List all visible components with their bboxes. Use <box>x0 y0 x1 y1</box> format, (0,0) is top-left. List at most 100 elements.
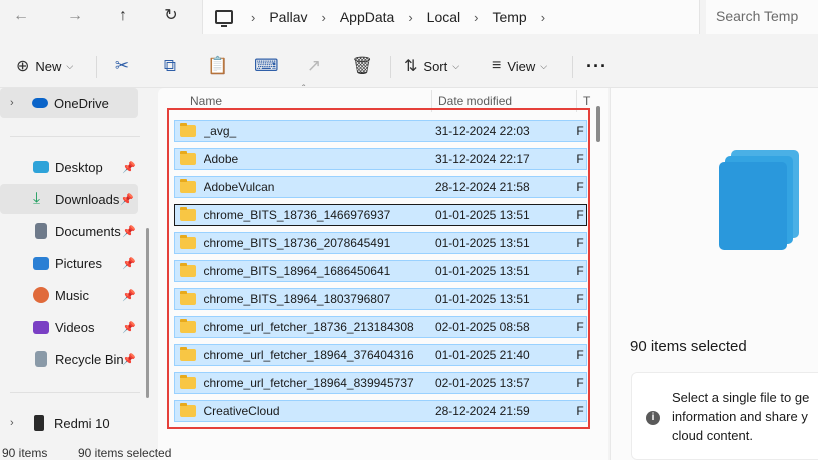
folder-icon <box>180 207 196 221</box>
pin-icon[interactable]: 📌 <box>122 257 136 270</box>
file-name: chrome_BITS_18736_1466976937 <box>203 208 391 222</box>
file-type: F <box>576 124 584 138</box>
up-button[interactable]: ↑ <box>110 5 136 27</box>
chevron-right-icon[interactable]: › <box>541 10 545 25</box>
paste-button[interactable]: 📋 <box>206 54 230 78</box>
more-options-button[interactable]: ··· <box>586 54 607 78</box>
file-type: F <box>576 348 584 362</box>
rename-button[interactable]: ⌨ <box>254 54 279 78</box>
breadcrumb-item-pallav[interactable]: Pallav <box>269 9 307 25</box>
copy-icon: ⧉ <box>163 56 177 75</box>
search-input[interactable]: Search Temp <box>706 0 818 34</box>
breadcrumb-item-appdata[interactable]: AppData <box>340 9 394 25</box>
file-date: 31-12-2024 22:03 <box>434 124 530 138</box>
recycle-bin-icon <box>35 351 47 367</box>
chevron-right-icon[interactable]: › <box>321 10 325 25</box>
file-type: F <box>576 236 584 250</box>
address-bar[interactable]: › Pallav › AppData › Local › Temp › <box>202 0 700 34</box>
sort-ascending-icon: ˆ <box>302 84 306 95</box>
sidebar-divider <box>10 392 140 393</box>
sort-button[interactable]: ⇅ Sort ⌵ <box>404 54 459 78</box>
file-row[interactable]: chrome_url_fetcher_18964_839945737 02-01… <box>174 372 587 394</box>
sidebar-item-documents[interactable]: Documents 📌 <box>0 216 140 246</box>
breadcrumb-item-temp[interactable]: Temp <box>492 9 526 25</box>
column-header-type[interactable]: T <box>583 88 593 114</box>
document-icon <box>35 223 47 239</box>
chevron-right-icon[interactable]: › <box>10 417 24 429</box>
file-type: F <box>576 320 584 334</box>
column-divider[interactable] <box>576 90 577 112</box>
file-row[interactable]: _avg_ 31-12-2024 22:03 F <box>174 120 587 142</box>
breadcrumb-item-local[interactable]: Local <box>427 9 460 25</box>
sidebar-item-videos[interactable]: Videos 📌 <box>0 312 140 342</box>
file-name: AdobeVulcan <box>203 180 275 194</box>
share-icon: ↗ <box>306 56 322 75</box>
column-divider[interactable] <box>431 90 432 112</box>
chevron-down-icon: ⌵ <box>540 60 548 71</box>
pin-icon[interactable]: 📌 <box>122 161 136 174</box>
file-row[interactable]: AdobeVulcan 28-12-2024 21:58 F <box>174 176 587 198</box>
file-date: 28-12-2024 21:59 <box>434 404 530 418</box>
forward-button[interactable]: → <box>62 5 88 27</box>
chevron-right-icon[interactable]: › <box>474 10 478 25</box>
file-row[interactable]: chrome_BITS_18964_1803796807 01-01-2025 … <box>174 288 587 310</box>
pin-icon[interactable]: 📌 <box>122 225 136 238</box>
sidebar-item-pictures[interactable]: Pictures 📌 <box>0 248 140 278</box>
sidebar-item-music[interactable]: Music 📌 <box>0 280 140 310</box>
view-button[interactable]: ≡ View ⌵ <box>492 54 547 78</box>
file-date: 02-01-2025 13:57 <box>434 376 530 390</box>
copy-button[interactable]: ⧉ <box>158 54 182 78</box>
status-item-count: 90 items <box>2 446 48 460</box>
file-row[interactable]: chrome_url_fetcher_18964_376404316 01-01… <box>174 344 587 366</box>
clipboard-icon: 📋 <box>207 56 229 75</box>
sidebar-item-onedrive[interactable]: › OneDrive <box>0 88 138 118</box>
pin-icon[interactable]: 📌 <box>122 353 136 366</box>
chevron-right-icon[interactable]: › <box>408 10 412 25</box>
folder-icon <box>180 235 196 249</box>
pin-icon[interactable]: 📌 <box>122 321 136 334</box>
command-bar: ⊕ New ⌵ ✂ ⧉ 📋 ⌨ ↗ 🗑 ⇅ Sort ⌵ ≡ View ⌵ ··… <box>0 44 818 88</box>
picture-icon <box>33 256 49 270</box>
sidebar-item-label: Desktop <box>55 159 103 175</box>
toolbar-divider <box>572 56 573 78</box>
arrow-up-icon: ↑ <box>119 7 127 24</box>
trash-icon: 🗑 <box>351 56 373 75</box>
share-button[interactable]: ↗ <box>302 54 326 78</box>
file-row[interactable]: chrome_BITS_18964_1686450641 01-01-2025 … <box>174 260 587 282</box>
sidebar-scrollbar[interactable] <box>146 228 149 398</box>
file-type: F <box>576 264 584 278</box>
file-row[interactable]: chrome_BITS_18736_2078645491 01-01-2025 … <box>174 232 587 254</box>
sidebar-item-desktop[interactable]: Desktop 📌 <box>0 152 140 182</box>
file-name: chrome_url_fetcher_18736_213184308 <box>203 320 414 334</box>
back-button[interactable]: ← <box>8 5 34 27</box>
file-list-scrollbar[interactable] <box>596 106 600 142</box>
file-row[interactable]: CreativeCloud 28-12-2024 21:59 F <box>174 400 587 422</box>
new-button[interactable]: ⊕ New ⌵ <box>16 54 73 78</box>
chevron-right-icon[interactable]: › <box>10 97 24 109</box>
ellipsis-icon: ··· <box>586 55 607 76</box>
pin-icon[interactable]: 📌 <box>122 289 136 302</box>
chevron-down-icon: ⌵ <box>452 60 460 71</box>
file-row[interactable]: Adobe 31-12-2024 22:17 F <box>174 148 587 170</box>
chevron-right-icon[interactable]: › <box>251 10 255 25</box>
folder-icon <box>180 319 196 333</box>
cut-button[interactable]: ✂ <box>110 54 134 78</box>
file-row[interactable]: chrome_BITS_18736_1466976937 01-01-2025 … <box>174 204 587 226</box>
refresh-button[interactable]: ↻ <box>158 5 184 27</box>
sidebar-item-label: OneDrive <box>54 95 109 111</box>
file-row[interactable]: chrome_url_fetcher_18736_213184308 02-01… <box>174 316 587 338</box>
info-card: i Select a single file to ge information… <box>631 372 818 460</box>
column-header-date[interactable]: Date modified <box>438 88 512 114</box>
file-type: F <box>576 180 584 194</box>
file-type: F <box>576 292 584 306</box>
this-pc-icon[interactable] <box>215 10 233 27</box>
sidebar-item-recycle-bin[interactable]: Recycle Bin 📌 <box>0 344 140 374</box>
toolbar-divider <box>96 56 97 78</box>
file-name: chrome_url_fetcher_18964_839945737 <box>203 376 414 390</box>
folder-icon <box>180 263 196 277</box>
delete-button[interactable]: 🗑 <box>350 54 374 78</box>
sidebar-item-redmi-10[interactable]: › Redmi 10 <box>0 408 140 438</box>
pin-icon[interactable]: 📌 <box>120 193 134 206</box>
sidebar-item-downloads[interactable]: ⤓ Downloads 📌 <box>0 184 138 214</box>
column-header-name[interactable]: Name <box>190 88 222 114</box>
